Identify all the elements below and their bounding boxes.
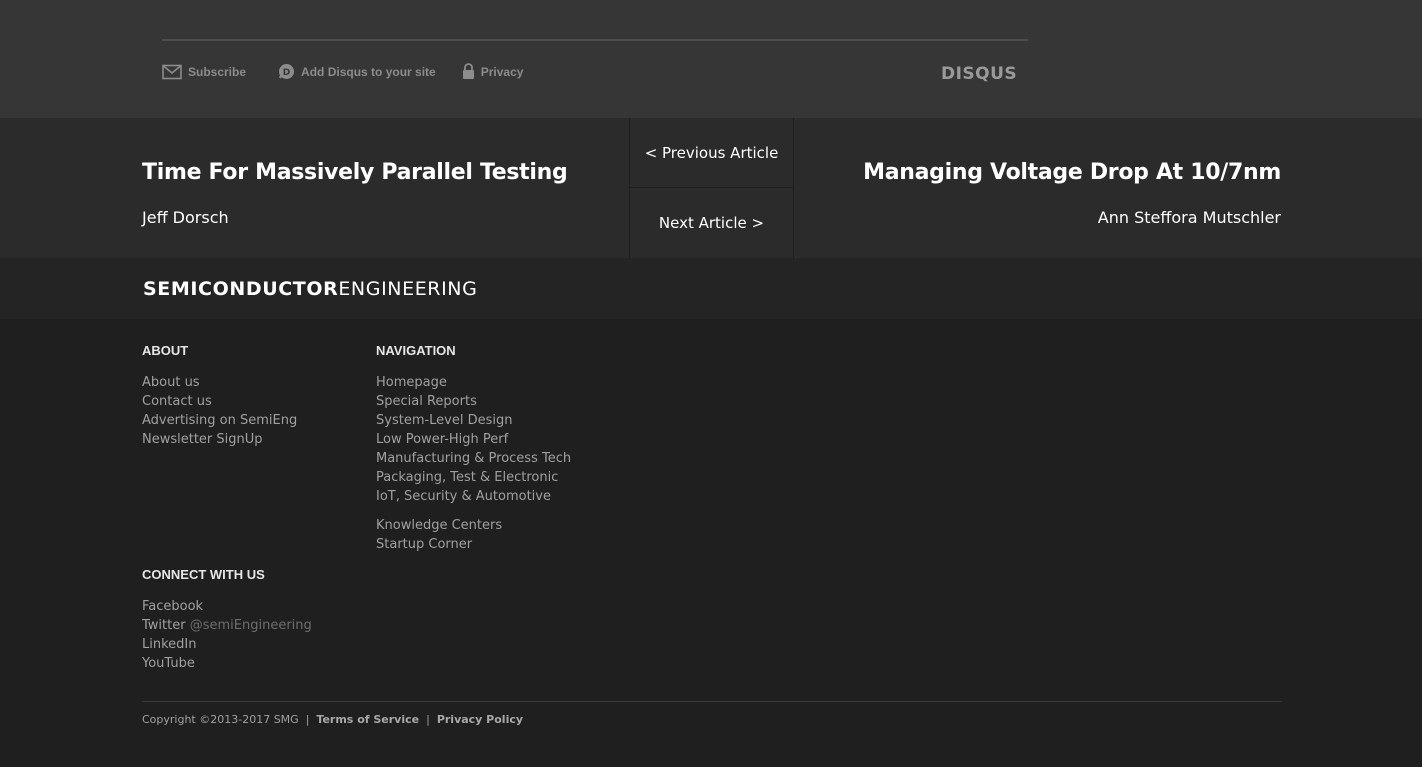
- next-article-button[interactable]: Next Article >: [630, 188, 793, 258]
- footer-link-knowledge-centers[interactable]: Knowledge Centers: [376, 516, 571, 535]
- footer-navigation-column: NAVIGATION Homepage Special Reports Syst…: [376, 343, 571, 554]
- subscribe-label: Subscribe: [188, 64, 247, 79]
- privacy-link[interactable]: Privacy: [462, 63, 524, 80]
- semiconductor-engineering-logo[interactable]: SEMICONDUCTORENGINEERING: [143, 277, 477, 301]
- footer-connect-column: CONNECT WITH US Facebook Twitter @semiEn…: [142, 567, 312, 673]
- article-nav-buttons: < Previous Article Next Article >: [629, 118, 794, 258]
- add-disqus-label: Add Disqus to your site: [301, 64, 436, 79]
- footer-link-about-us[interactable]: About us: [142, 373, 297, 392]
- site-footer: ABOUT About us Contact us Advertising on…: [0, 319, 1422, 767]
- separator: |: [426, 713, 430, 726]
- copyright-text: Copyright ©2013-2017 SMG: [142, 713, 299, 726]
- footer-link-advertising[interactable]: Advertising on SemiEng: [142, 411, 297, 430]
- separator: |: [305, 713, 310, 726]
- add-disqus-link[interactable]: D Add Disqus to your site: [278, 63, 436, 80]
- footer-link-special-reports[interactable]: Special Reports: [376, 392, 571, 411]
- footer-about-column: ABOUT About us Contact us Advertising on…: [142, 343, 297, 449]
- next-article-author[interactable]: Ann Steffora Mutschler: [801, 208, 1281, 228]
- footer-link-packaging[interactable]: Packaging, Test & Electronic: [376, 468, 571, 487]
- footer-link-system-level-design[interactable]: System-Level Design: [376, 411, 571, 430]
- navigation-heading: NAVIGATION: [376, 343, 456, 358]
- footer-link-manufacturing[interactable]: Manufacturing & Process Tech: [376, 449, 571, 468]
- footer-divider: [142, 701, 1282, 702]
- disqus-divider: [162, 39, 1028, 41]
- privacy-label: Privacy: [480, 64, 524, 79]
- footer-link-newsletter[interactable]: Newsletter SignUp: [142, 430, 297, 449]
- about-heading: ABOUT: [142, 343, 189, 358]
- previous-article-button[interactable]: < Previous Article: [630, 118, 793, 188]
- footer-link-facebook[interactable]: Facebook: [142, 597, 312, 616]
- previous-article[interactable]: Time For Massively Parallel Testing Jeff…: [142, 158, 622, 228]
- previous-article-title[interactable]: Time For Massively Parallel Testing: [142, 158, 622, 188]
- footer-link-low-power[interactable]: Low Power-High Perf: [376, 430, 571, 449]
- footer-link-iot[interactable]: IoT, Security & Automotive: [376, 487, 571, 506]
- disqus-footer: Subscribe D Add Disqus to your site Priv…: [0, 0, 1422, 118]
- previous-article-author[interactable]: Jeff Dorsch: [142, 208, 622, 228]
- footer-link-linkedin[interactable]: LinkedIn: [142, 635, 312, 654]
- logo-bold-part: SEMICONDUCTOR: [143, 278, 339, 300]
- svg-text:D: D: [283, 68, 290, 78]
- article-navigation: Time For Massively Parallel Testing Jeff…: [0, 118, 1422, 258]
- twitter-handle[interactable]: @semiEngineering: [190, 618, 312, 633]
- lock-icon: [462, 63, 475, 80]
- disqus-d-icon: D: [278, 63, 295, 80]
- footer-link-startup-corner[interactable]: Startup Corner: [376, 535, 571, 554]
- next-article[interactable]: Managing Voltage Drop At 10/7nm Ann Stef…: [801, 158, 1281, 228]
- brand-band: SEMICONDUCTORENGINEERING: [0, 258, 1422, 319]
- terms-of-service-link[interactable]: Terms of Service: [316, 713, 419, 726]
- disqus-links: Subscribe D Add Disqus to your site Priv…: [162, 63, 523, 80]
- copyright-row: Copyright ©2013-2017 SMG | Terms of Servic…: [142, 713, 523, 727]
- disqus-logo[interactable]: DISQUS: [941, 64, 1017, 84]
- subscribe-link[interactable]: Subscribe: [162, 64, 246, 80]
- footer-link-contact-us[interactable]: Contact us: [142, 392, 297, 411]
- privacy-policy-link[interactable]: Privacy Policy: [437, 713, 523, 726]
- next-article-title[interactable]: Managing Voltage Drop At 10/7nm: [801, 158, 1281, 188]
- footer-twitter-row: Twitter @semiEngineering: [142, 616, 312, 635]
- footer-link-youtube[interactable]: YouTube: [142, 654, 312, 673]
- connect-heading: CONNECT WITH US: [142, 567, 265, 582]
- footer-link-homepage[interactable]: Homepage: [376, 373, 571, 392]
- footer-link-twitter[interactable]: Twitter: [142, 618, 186, 633]
- envelope-icon: [162, 64, 182, 80]
- logo-light-part: ENGINEERING: [338, 278, 478, 300]
